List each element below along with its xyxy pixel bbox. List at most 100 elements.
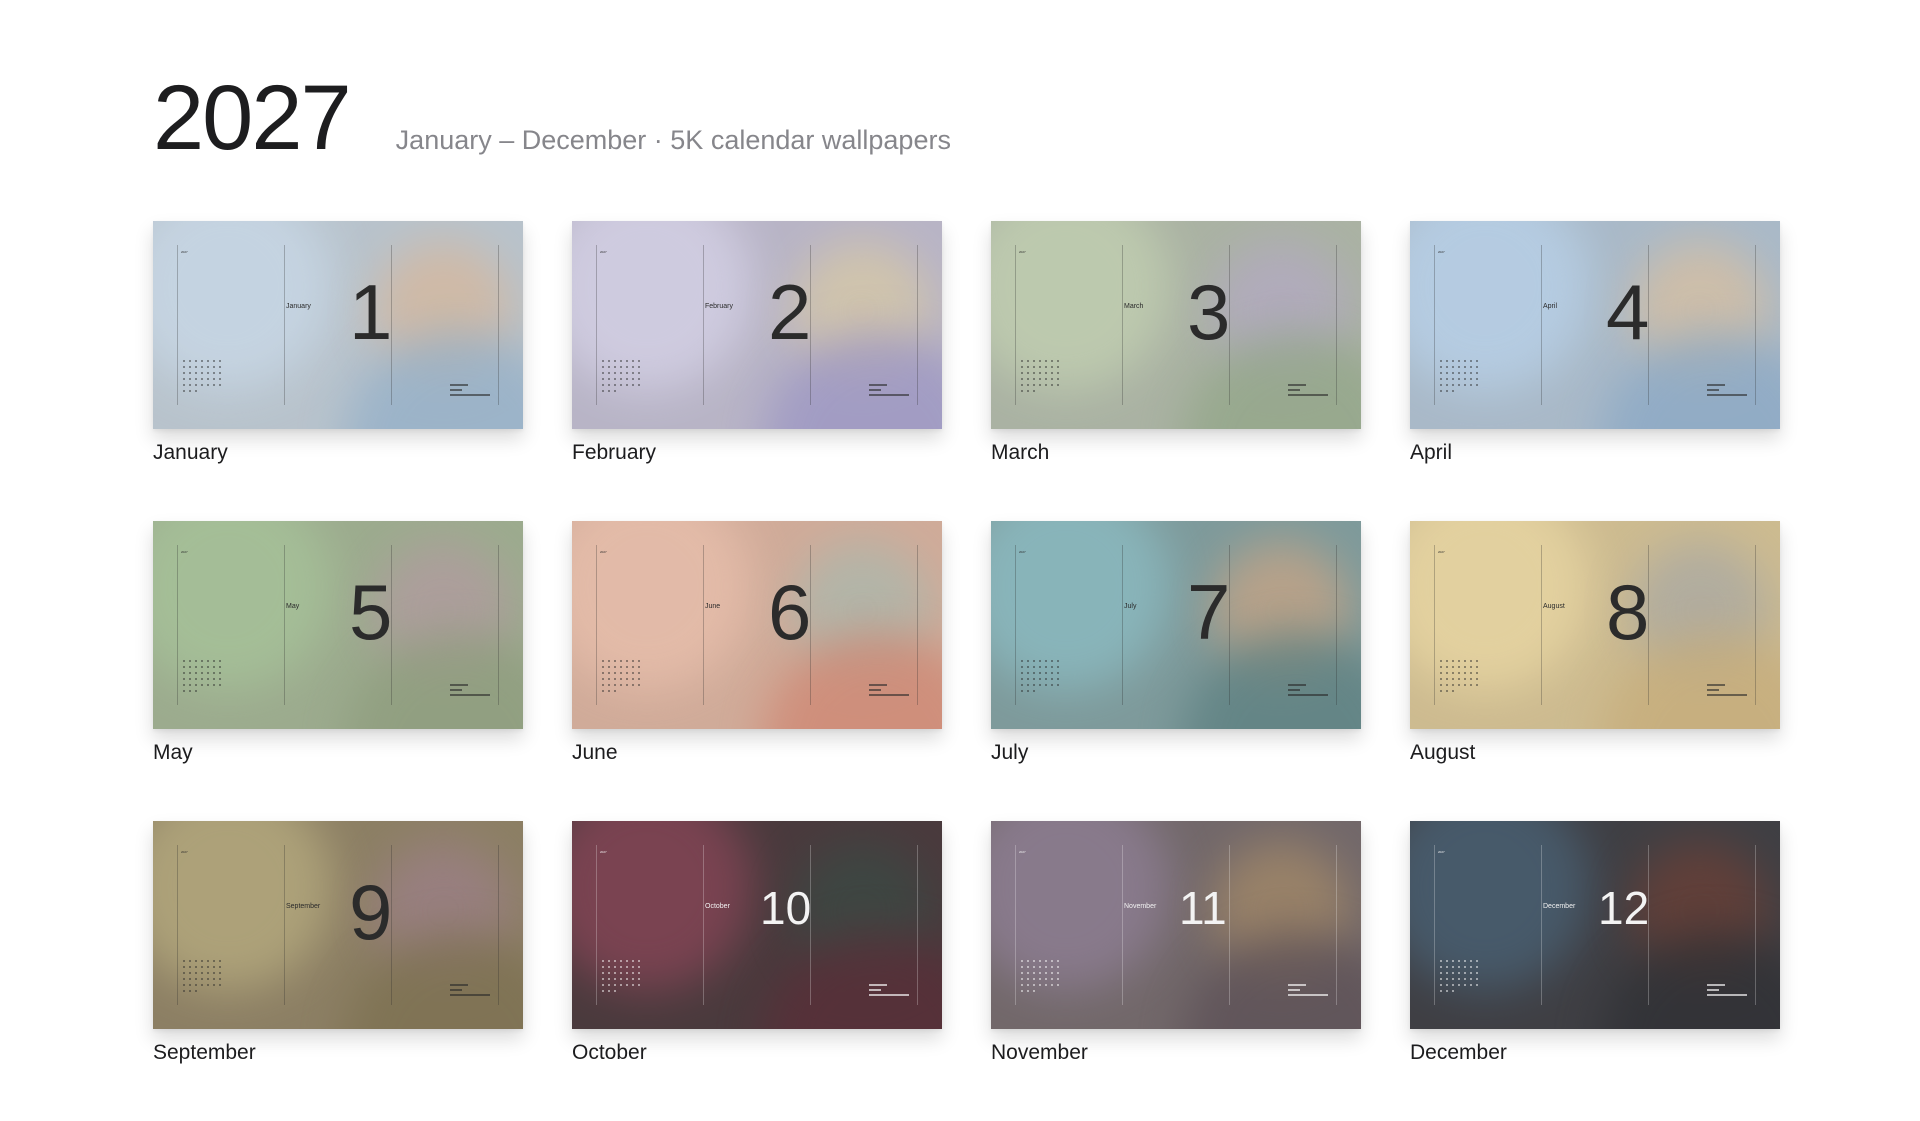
calendar-day-mark: [620, 960, 622, 962]
wallpaper-month-label[interactable]: April: [1410, 441, 1780, 465]
calendar-day-mark: [1021, 960, 1023, 962]
wallpaper-thumbnail[interactable]: 2027 May 5: [153, 521, 523, 729]
calendar-day-mark: [1057, 366, 1059, 368]
mini-calendar-grid: [1440, 360, 1482, 392]
mini-calendar-grid: [602, 960, 644, 992]
wallpaper-month-label[interactable]: October: [572, 1041, 942, 1065]
calendar-day-mark: [1464, 678, 1466, 680]
mini-calendar-grid: [1021, 360, 1063, 392]
calendar-day-mark: [1464, 960, 1466, 962]
wallpaper-card[interactable]: 2027 January 1 January: [153, 221, 523, 521]
wallpaper-card[interactable]: 2027 November 11 November: [991, 821, 1361, 1121]
wallpaper-month-label[interactable]: January: [153, 441, 523, 465]
column-divider: [1122, 245, 1123, 405]
note-line: [1707, 394, 1747, 396]
calendar-day-mark: [1464, 666, 1466, 668]
thumbnail-year-label: 2027: [1019, 550, 1026, 554]
note-line: [450, 684, 468, 686]
wallpaper-thumbnail[interactable]: 2027 July 7: [991, 521, 1361, 729]
wallpaper-thumbnail[interactable]: 2027 August 8: [1410, 521, 1780, 729]
wallpaper-month-label[interactable]: July: [991, 741, 1361, 765]
calendar-day-mark: [201, 684, 203, 686]
wallpaper-card[interactable]: 2027 September 9 September: [153, 821, 523, 1121]
calendar-day-mark: [614, 678, 616, 680]
column-divider: [596, 845, 597, 1005]
calendar-day-mark: [1476, 966, 1478, 968]
calendar-day-mark: [1051, 984, 1053, 986]
calendar-day-mark: [632, 966, 634, 968]
calendar-day-mark: [1057, 672, 1059, 674]
calendar-day-mark: [614, 366, 616, 368]
calendar-day-mark: [614, 684, 616, 686]
wallpaper-thumbnail[interactable]: 2027 March 3: [991, 221, 1361, 429]
wallpaper-card[interactable]: 2027 March 3 March: [991, 221, 1361, 521]
calendar-day-mark: [189, 360, 191, 362]
calendar-day-mark: [207, 366, 209, 368]
wallpaper-card[interactable]: 2027 December 12 December: [1410, 821, 1780, 1121]
calendar-day-mark: [602, 966, 604, 968]
wallpaper-card[interactable]: 2027 February 2 February: [572, 221, 942, 521]
calendar-day-mark: [195, 390, 197, 392]
wallpaper-thumbnail[interactable]: 2027 January 1: [153, 221, 523, 429]
calendar-day-mark: [1045, 666, 1047, 668]
wallpaper-thumbnail[interactable]: 2027 December 12: [1410, 821, 1780, 1029]
calendar-day-mark: [638, 360, 640, 362]
calendar-day-mark: [1452, 660, 1454, 662]
note-line: [450, 994, 490, 996]
calendar-day-mark: [1464, 660, 1466, 662]
wallpaper-month-label[interactable]: March: [991, 441, 1361, 465]
calendar-day-mark: [1051, 660, 1053, 662]
wallpaper-thumbnail[interactable]: 2027 October 10: [572, 821, 942, 1029]
calendar-day-mark: [189, 666, 191, 668]
calendar-day-mark: [632, 660, 634, 662]
wallpaper-month-label[interactable]: December: [1410, 1041, 1780, 1065]
calendar-day-mark: [1051, 378, 1053, 380]
calendar-day-mark: [213, 672, 215, 674]
calendar-day-mark: [1452, 384, 1454, 386]
wallpaper-thumbnail[interactable]: 2027 April 4: [1410, 221, 1780, 429]
calendar-day-mark: [632, 684, 634, 686]
calendar-day-mark: [1033, 984, 1035, 986]
wallpaper-month-label[interactable]: February: [572, 441, 942, 465]
wallpaper-month-label[interactable]: September: [153, 1041, 523, 1065]
wallpaper-thumbnail[interactable]: 2027 June 6: [572, 521, 942, 729]
wallpaper-card[interactable]: 2027 June 6 June: [572, 521, 942, 821]
calendar-day-mark: [1476, 960, 1478, 962]
calendar-day-mark: [632, 372, 634, 374]
wallpaper-thumbnail[interactable]: 2027 February 2: [572, 221, 942, 429]
calendar-day-mark: [1464, 972, 1466, 974]
calendar-day-mark: [614, 984, 616, 986]
calendar-day-mark: [1440, 990, 1442, 992]
calendar-day-mark: [638, 666, 640, 668]
calendar-day-mark: [189, 960, 191, 962]
calendar-day-mark: [183, 990, 185, 992]
calendar-day-mark: [614, 672, 616, 674]
calendar-day-mark: [1027, 690, 1029, 692]
calendar-day-mark: [1057, 660, 1059, 662]
wallpaper-month-label[interactable]: May: [153, 741, 523, 765]
calendar-day-mark: [213, 666, 215, 668]
column-divider: [498, 545, 499, 705]
wallpaper-card[interactable]: 2027 May 5 May: [153, 521, 523, 821]
wallpaper-thumbnail[interactable]: 2027 September 9: [153, 821, 523, 1029]
calendar-day-mark: [195, 984, 197, 986]
calendar-day-mark: [1446, 972, 1448, 974]
wallpaper-thumbnail[interactable]: 2027 November 11: [991, 821, 1361, 1029]
calendar-day-mark: [189, 366, 191, 368]
calendar-day-mark: [1464, 684, 1466, 686]
calendar-day-mark: [614, 666, 616, 668]
calendar-day-mark: [189, 690, 191, 692]
wallpaper-card[interactable]: 2027 August 8 August: [1410, 521, 1780, 821]
calendar-day-mark: [183, 666, 185, 668]
calendar-day-mark: [189, 678, 191, 680]
calendar-day-mark: [195, 690, 197, 692]
wallpaper-card[interactable]: 2027 July 7 July: [991, 521, 1361, 821]
calendar-day-mark: [213, 360, 215, 362]
wallpaper-card[interactable]: 2027 October 10 October: [572, 821, 942, 1121]
calendar-day-mark: [1039, 666, 1041, 668]
calendar-day-mark: [1045, 366, 1047, 368]
wallpaper-month-label[interactable]: June: [572, 741, 942, 765]
wallpaper-card[interactable]: 2027 April 4 April: [1410, 221, 1780, 521]
wallpaper-month-label[interactable]: November: [991, 1041, 1361, 1065]
wallpaper-month-label[interactable]: August: [1410, 741, 1780, 765]
